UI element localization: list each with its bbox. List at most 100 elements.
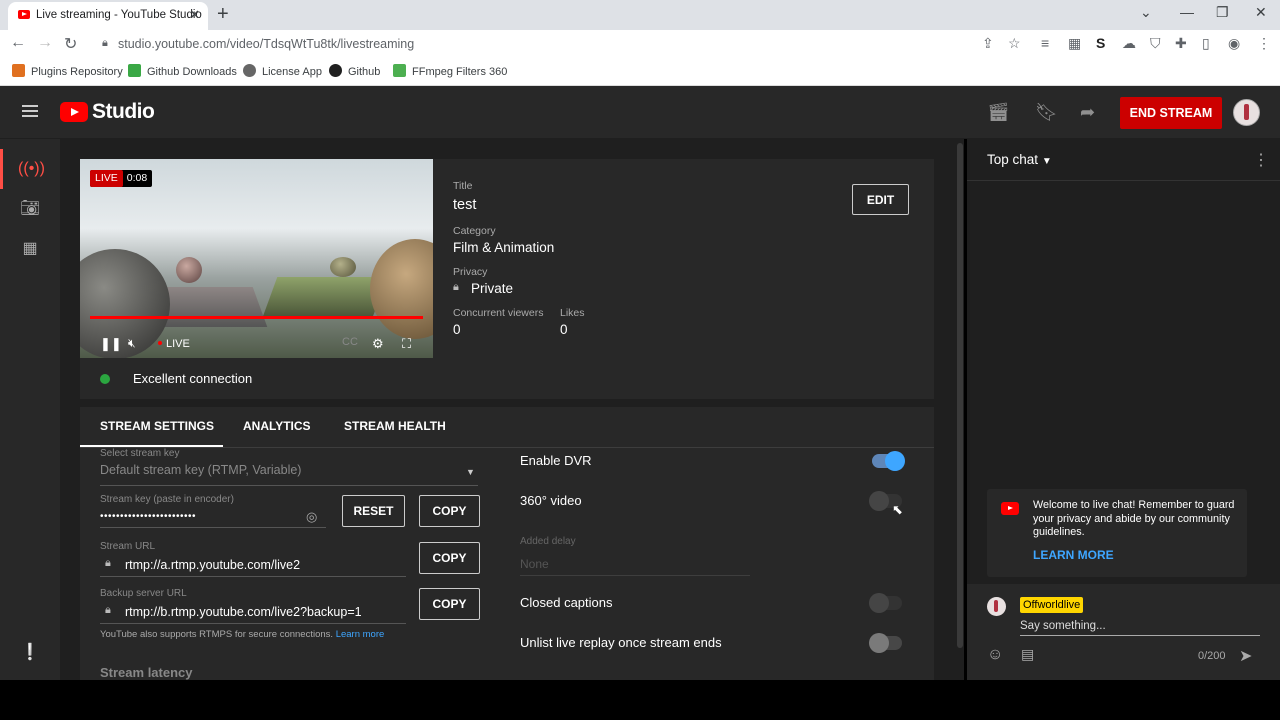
window-close-icon[interactable]: ✕ [1255, 4, 1267, 21]
bookmark-marker-icon[interactable]: 🔖︎ [1035, 102, 1058, 123]
back-icon[interactable]: ← [10, 34, 26, 52]
settings-hd-icon[interactable]: ⚙ [372, 336, 384, 352]
tab-search-icon[interactable]: ⌄ [1140, 4, 1152, 21]
likes-count: 0 [560, 322, 568, 337]
menu-icon[interactable] [22, 105, 38, 117]
avatar[interactable] [1233, 99, 1260, 126]
live-stream-nav-icon[interactable]: ((•)) [0, 149, 60, 189]
stream-key-field[interactable]: •••••••••••••••••••••••• [100, 511, 196, 522]
tab-stream-health[interactable]: STREAM HEALTH [344, 419, 446, 447]
cloud-extension-icon[interactable]: ☁ [1122, 35, 1136, 52]
stream-url-field[interactable]: rtmp://a.rtmp.youtube.com/live2 [125, 558, 300, 572]
tab-analytics[interactable]: ANALYTICS [243, 419, 311, 447]
studio-header: Studio 🎬︎ 🔖︎ ➦ END STREAM [0, 86, 1280, 139]
clapperboard-icon[interactable]: 🎬︎ [987, 102, 1010, 123]
extensions-puzzle-icon[interactable]: ✚ [1175, 35, 1187, 52]
bottom-bar [0, 680, 1280, 720]
mute-icon[interactable]: 🔇︎ [128, 336, 136, 351]
bookmark-github-downloads[interactable]: Github Downloads [128, 64, 237, 78]
enable-dvr-toggle[interactable] [872, 451, 905, 471]
bookmark-license-app[interactable]: License App [243, 64, 322, 78]
camera-nav-icon[interactable]: 📷︎ [0, 189, 60, 229]
unlist-replay-toggle[interactable] [869, 633, 902, 653]
learn-more-link[interactable]: LEARN MORE [1033, 548, 1114, 562]
calendar-nav-icon[interactable]: ▦ [0, 229, 60, 269]
youtube-logo-icon[interactable] [60, 102, 88, 122]
main-scrollbar[interactable] [957, 143, 963, 648]
stream-key-label: Stream key (paste in encoder) [100, 494, 234, 505]
share-icon[interactable]: ⇪ [982, 35, 994, 52]
forward-icon[interactable]: → [37, 34, 53, 52]
url-bar[interactable]: 🔒︎ studio.youtube.com/video/TdsqWtTu8tk/… [96, 33, 966, 55]
more-options-icon[interactable]: ⋮ [1253, 150, 1269, 170]
shield-extension-icon[interactable]: ⛉ [1150, 35, 1161, 52]
bookmark-plugins-repository[interactable]: Plugins Repository [12, 64, 123, 78]
captions-icon[interactable]: CC [342, 336, 358, 348]
bookmarks-bar: Plugins Repository Github Downloads Lice… [0, 58, 1280, 86]
connection-status-dot [100, 374, 110, 384]
live-indicator[interactable]: LIVE [158, 338, 190, 350]
reset-button[interactable]: RESET [342, 495, 405, 527]
maximize-icon[interactable]: ❐ [1216, 4, 1229, 21]
chrome-menu-icon[interactable]: ⋮ [1257, 35, 1271, 52]
bookmark-star-icon[interactable]: ☆ [1008, 35, 1021, 52]
viewers-label: Concurrent viewers [453, 307, 544, 319]
bookmark-ffmpeg-filters[interactable]: FFmpeg Filters 360 [393, 64, 507, 78]
end-stream-button[interactable]: END STREAM [1120, 97, 1222, 129]
rtmps-learn-more-link[interactable]: Learn more [336, 629, 385, 640]
settings-card: STREAM SETTINGS ANALYTICS STREAM HEALTH … [80, 407, 934, 680]
video-preview[interactable]: LIVE 0:08 ❚❚ 🔇︎ LIVE CC ⚙ ⛶ [80, 159, 433, 358]
bookmark-github[interactable]: Github [329, 64, 380, 78]
emoji-icon[interactable]: ☺ [987, 646, 1003, 664]
fullscreen-icon[interactable]: ⛶ [402, 336, 411, 352]
profile-icon[interactable]: ◉ [1228, 35, 1240, 52]
tab-stream-settings[interactable]: STREAM SETTINGS [100, 419, 214, 447]
added-delay-select[interactable]: None [520, 557, 549, 571]
send-icon[interactable]: ➤ [1239, 646, 1252, 666]
chat-mode-dropdown[interactable]: Top chat ▼ [987, 152, 1052, 167]
edit-button[interactable]: EDIT [852, 184, 909, 215]
copy-stream-key-button[interactable]: COPY [419, 495, 480, 527]
closed-captions-toggle[interactable] [869, 593, 902, 613]
copy-backup-url-button[interactable]: COPY [419, 588, 480, 620]
github-icon [329, 64, 342, 77]
feedback-icon[interactable]: ❕ [0, 633, 60, 673]
stream-info-card: LIVE 0:08 ❚❚ 🔇︎ LIVE CC ⚙ ⛶ Title test Ca… [80, 159, 934, 399]
tabs-divider [80, 447, 934, 448]
stream-category: Film & Animation [453, 240, 555, 255]
live-badge: LIVE 0:08 [90, 170, 153, 187]
stream-key-select[interactable]: Default stream key (RTMP, Variable) ▼ [100, 463, 478, 483]
reading-list-icon[interactable]: ≡ [1041, 35, 1049, 51]
sidebar-icon[interactable]: ▯ [1202, 35, 1210, 52]
added-delay-label: Added delay [520, 536, 576, 547]
backup-url-field[interactable]: rtmp://b.rtmp.youtube.com/live2?backup=1 [125, 605, 362, 619]
share-arrow-icon[interactable]: ➦ [1080, 102, 1095, 123]
visibility-off-icon[interactable]: ◎ [306, 509, 317, 525]
mouse-cursor-icon: ⬉ [892, 502, 903, 517]
close-tab-icon[interactable]: ✕ [189, 7, 200, 23]
chat-input-area: Offworldlive ☺ ▤ 0/200 ➤ [967, 584, 1280, 680]
rtmps-note: YouTube also supports RTMPS for secure c… [100, 629, 385, 640]
chat-message-input[interactable] [1020, 616, 1260, 636]
browser-tab[interactable]: Live streaming - YouTube Studio ✕ [8, 2, 208, 30]
player-controls: ❚❚ 🔇︎ LIVE CC ⚙ ⛶ [80, 334, 433, 356]
s-extension-icon[interactable]: S [1096, 35, 1105, 51]
chart-extension-icon[interactable]: ▦ [1068, 35, 1081, 52]
stream-url-lock-icon: 🔒︎ [105, 557, 111, 569]
stream-latency-heading: Stream latency [100, 665, 193, 680]
bookmark-leaf-icon [128, 64, 141, 77]
reload-icon[interactable]: ↻ [64, 34, 77, 54]
secure-lock-icon: 🔒︎ [102, 37, 108, 49]
copy-stream-url-button[interactable]: COPY [419, 542, 480, 574]
poll-icon[interactable]: ▤ [1021, 646, 1034, 663]
video-progress-bar[interactable] [90, 316, 423, 319]
pause-icon[interactable]: ❚❚ [100, 336, 122, 352]
stream-key-select-label: Select stream key [100, 448, 180, 459]
title-label: Title [453, 180, 473, 192]
url-text: studio.youtube.com/video/TdsqWtTu8tk/liv… [118, 37, 415, 51]
live-chat-panel: Top chat ▼ ⋮ Welcome to live chat! Remem… [967, 139, 1280, 680]
bookmark-globe-icon [243, 64, 256, 77]
new-tab-icon[interactable]: + [217, 3, 229, 26]
youtube-icon [1001, 502, 1019, 515]
minimize-icon[interactable]: — [1180, 4, 1194, 20]
